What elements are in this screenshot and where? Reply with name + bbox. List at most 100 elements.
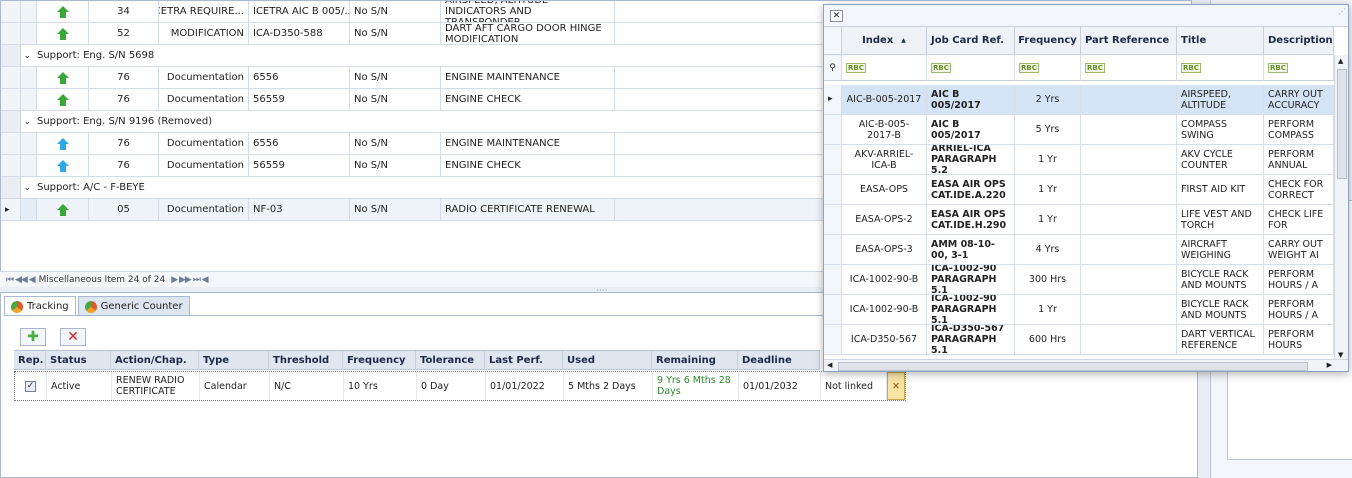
scroll-down-icon[interactable]: ▼	[1338, 351, 1343, 359]
lookup-row[interactable]: EASA-OPS-3 AMM 08-10-00, 3-1 4 Yrs AIRCRAFT…	[824, 235, 1334, 265]
desc-cell: CHECK LIFE FOR	[1264, 205, 1334, 235]
popup-column-header[interactable]: Title	[1177, 27, 1264, 55]
lookup-row[interactable]: EASA-OPS-2 EASA AIR OPS CAT.IDE.H.290 1 Yr…	[824, 205, 1334, 235]
row-indicator	[824, 205, 842, 235]
scroll-up-icon[interactable]: ▲	[1338, 57, 1343, 65]
tab-tracking[interactable]: Tracking	[4, 296, 76, 316]
navigator-text: Miscellaneous Item 24 of 24	[38, 274, 166, 285]
freq-cell: 1 Yr	[1015, 205, 1081, 235]
sn-cell: No S/N	[350, 23, 441, 45]
row-indicator	[1, 45, 21, 67]
ref-cell: AIC B 005/2017	[927, 115, 1015, 145]
scroll-left-icon[interactable]: ◀	[827, 361, 832, 369]
type-cell: Documentation	[159, 155, 249, 177]
column-header[interactable]: Type	[199, 351, 269, 370]
next-record-icon[interactable]: ▶ ▶▶ ⏭ ◀	[171, 275, 208, 285]
lookup-row[interactable]: AKV-ARRIEL-ICA-B ARRIEL-ICA PARAGRAPH 5.2…	[824, 145, 1334, 175]
popup-column-header[interactable]: Part Reference	[1081, 27, 1177, 55]
unlink-button[interactable]: ✕	[887, 372, 905, 400]
column-header[interactable]: Deadline	[738, 351, 820, 370]
no-cell: 52	[89, 23, 159, 45]
part-cell	[1081, 265, 1177, 295]
filter-pin-icon[interactable]: ⚲	[824, 55, 842, 81]
filter-cell[interactable]: RBC	[1081, 55, 1177, 81]
group-label: Support: A/C - F-BEYE	[37, 182, 145, 193]
arrow-up-icon	[56, 203, 69, 216]
freq-cell: 5 Yrs	[1015, 115, 1081, 145]
ref-cell: EASA AIR OPS CAT.IDE.H.290	[927, 205, 1015, 235]
status-cell	[21, 23, 37, 45]
sn-cell: No S/N	[350, 67, 441, 89]
ref-cell: 6556	[249, 67, 350, 89]
tab-generic-counter[interactable]: Generic Counter	[77, 296, 190, 316]
part-cell	[1081, 295, 1177, 325]
popup-horizontal-scrollbar[interactable]: ◀ ▶	[824, 359, 1348, 371]
sn-cell: No S/N	[350, 155, 441, 177]
index-cell: EASA-OPS	[842, 175, 927, 205]
freq-cell: 1 Yr	[1015, 175, 1081, 205]
desc-cell: CARRY OUT ACCURACY	[1264, 85, 1334, 115]
column-header[interactable]: Rep.	[14, 351, 46, 370]
header-label: Title	[1181, 35, 1207, 46]
column-header[interactable]: Used	[563, 351, 652, 370]
resize-grip-icon[interactable]: ⋰	[1338, 7, 1346, 16]
popup-column-header[interactable]: Index ▲	[842, 27, 927, 55]
title-cell: AIRSPEED, ALTITUDE INDICATORS AND TRANSP…	[441, 1, 615, 23]
row-indicator	[824, 175, 842, 205]
filter-cell[interactable]: RBC	[1264, 55, 1334, 81]
lookup-row[interactable]: AIC-B-005-2017-B AIC B 005/2017 5 Yrs COMPA…	[824, 115, 1334, 145]
part-cell	[1081, 235, 1177, 265]
lookup-row[interactable]: ICA-1002-90-B ICA-1002-90 PARAGRAPH 5.1 1 …	[824, 295, 1334, 325]
text-filter-icon: RBC	[1268, 62, 1288, 73]
first-record-icon[interactable]: ⏮ ◀◀ ◀	[6, 275, 36, 285]
freq-cell: 2 Yrs	[1015, 85, 1081, 115]
column-header[interactable]: Frequency	[343, 351, 416, 370]
column-header[interactable]: Status	[46, 351, 111, 370]
column-header[interactable]: Remaining	[652, 351, 738, 370]
type-cell: Documentation	[159, 133, 249, 155]
delete-button[interactable]: ✕	[60, 328, 86, 346]
part-cell	[1081, 175, 1177, 205]
rep-checkbox[interactable]: ✓	[25, 380, 36, 392]
ref-cell: 56559	[249, 155, 350, 177]
column-header[interactable]: Action/Chap.	[111, 351, 199, 370]
text-filter-icon: RBC	[1085, 62, 1105, 73]
column-header[interactable]: Threshold	[269, 351, 343, 370]
tracking-row[interactable]: ✓ Active RENEW RADIO CERTIFICATE Calenda…	[14, 371, 906, 401]
index-cell: EASA-OPS-3	[842, 235, 927, 265]
filter-cell[interactable]: RBC	[1015, 55, 1081, 81]
lookup-row[interactable]: ▸ AIC-B-005-2017 AIC B 005/2017 2 Yrs AIRSPE…	[824, 85, 1334, 115]
add-button[interactable]: ✚	[20, 328, 46, 346]
tracking-pie-icon	[11, 300, 23, 313]
type-cell: Calendar	[200, 372, 270, 400]
popup-vertical-scrollbar[interactable]: ▲ ▼	[1334, 55, 1348, 361]
row-indicator	[1, 133, 21, 155]
title-cell: LIFE VEST AND TORCH	[1177, 205, 1264, 235]
column-header[interactable]: Tolerance	[416, 351, 485, 370]
scroll-thumb[interactable]	[838, 362, 1308, 371]
scroll-thumb[interactable]	[1337, 69, 1347, 179]
popup-close-button[interactable]: ✕	[830, 10, 843, 22]
row-indicator	[824, 235, 842, 265]
filter-cell[interactable]: RBC	[1177, 55, 1264, 81]
scroll-right-icon[interactable]: ▶	[1327, 361, 1332, 369]
status-arrow-cell	[37, 133, 89, 155]
filter-cell[interactable]: RBC	[842, 55, 927, 81]
no-cell: 76	[89, 89, 159, 111]
popup-column-header[interactable]: Frequency	[1015, 27, 1081, 55]
ref-cell: ICA-D350-567 PARAGRAPH 5.1	[927, 325, 1015, 355]
rep-cell[interactable]: ✓	[15, 372, 47, 400]
lookup-row[interactable]: EASA-OPS EASA AIR OPS CAT.IDE.A.220 1 Yr FI…	[824, 175, 1334, 205]
popup-column-header[interactable]: Job Card Ref.	[927, 27, 1015, 55]
text-filter-icon: RBC	[1181, 62, 1201, 73]
filter-cell[interactable]: RBC	[927, 55, 1015, 81]
row-indicator	[1, 89, 21, 111]
popup-titlebar[interactable]: ✕ ⋰	[824, 5, 1348, 27]
column-header[interactable]: Last Perf.	[485, 351, 563, 370]
lookup-row[interactable]: ICA-1002-90-B ICA-1002-90 PARAGRAPH 5.1 30…	[824, 265, 1334, 295]
splitter-grip[interactable]: ····	[596, 286, 607, 296]
lookup-row[interactable]: ICA-D350-567 ICA-D350-567 PARAGRAPH 5.1 60…	[824, 325, 1334, 355]
popup-column-header[interactable]: Description	[1264, 27, 1334, 55]
type-cell: Documentation	[159, 199, 249, 221]
row-indicator	[824, 115, 842, 145]
